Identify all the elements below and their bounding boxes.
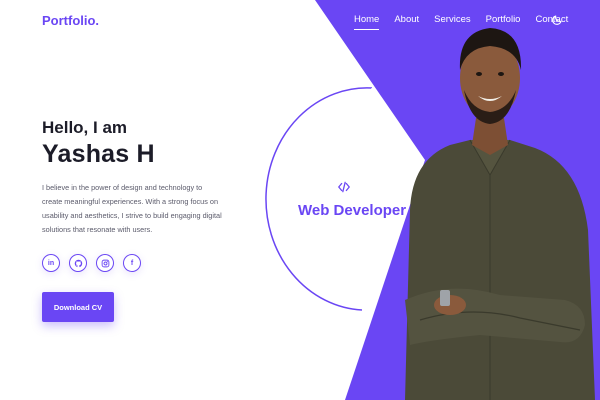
profile-photo xyxy=(405,28,595,400)
instagram-glyph xyxy=(101,259,109,267)
instagram-icon[interactable] xyxy=(96,254,114,272)
github-glyph xyxy=(74,259,82,267)
linkedin-icon[interactable]: in xyxy=(42,254,60,272)
facebook-icon[interactable]: f xyxy=(123,254,141,272)
nav-item-services[interactable]: Services xyxy=(434,14,470,25)
hero-role: Web Developer xyxy=(298,202,407,219)
brand-logo[interactable]: Portfolio. xyxy=(42,13,99,28)
moon-icon[interactable] xyxy=(551,14,563,26)
nav-item-about[interactable]: About xyxy=(394,14,419,25)
facebook-glyph: f xyxy=(130,259,134,267)
hero-intro: Hello, I am Yashas H I believe in the po… xyxy=(42,118,222,237)
nav-item-portfolio[interactable]: Portfolio xyxy=(486,14,521,25)
github-icon[interactable] xyxy=(69,254,87,272)
main-nav: Home About Services Portfolio Contact xyxy=(354,14,583,30)
hero-description: I believe in the power of design and tec… xyxy=(42,183,222,234)
hero-greeting: Hello, I am xyxy=(42,118,128,137)
nav-item-home[interactable]: Home xyxy=(354,14,380,30)
linkedin-glyph: in xyxy=(47,259,55,267)
hero-name: Yashas H xyxy=(42,140,155,168)
code-icon xyxy=(338,181,350,193)
download-cv-button[interactable]: Download CV xyxy=(42,292,114,322)
social-links: in f xyxy=(42,254,141,272)
